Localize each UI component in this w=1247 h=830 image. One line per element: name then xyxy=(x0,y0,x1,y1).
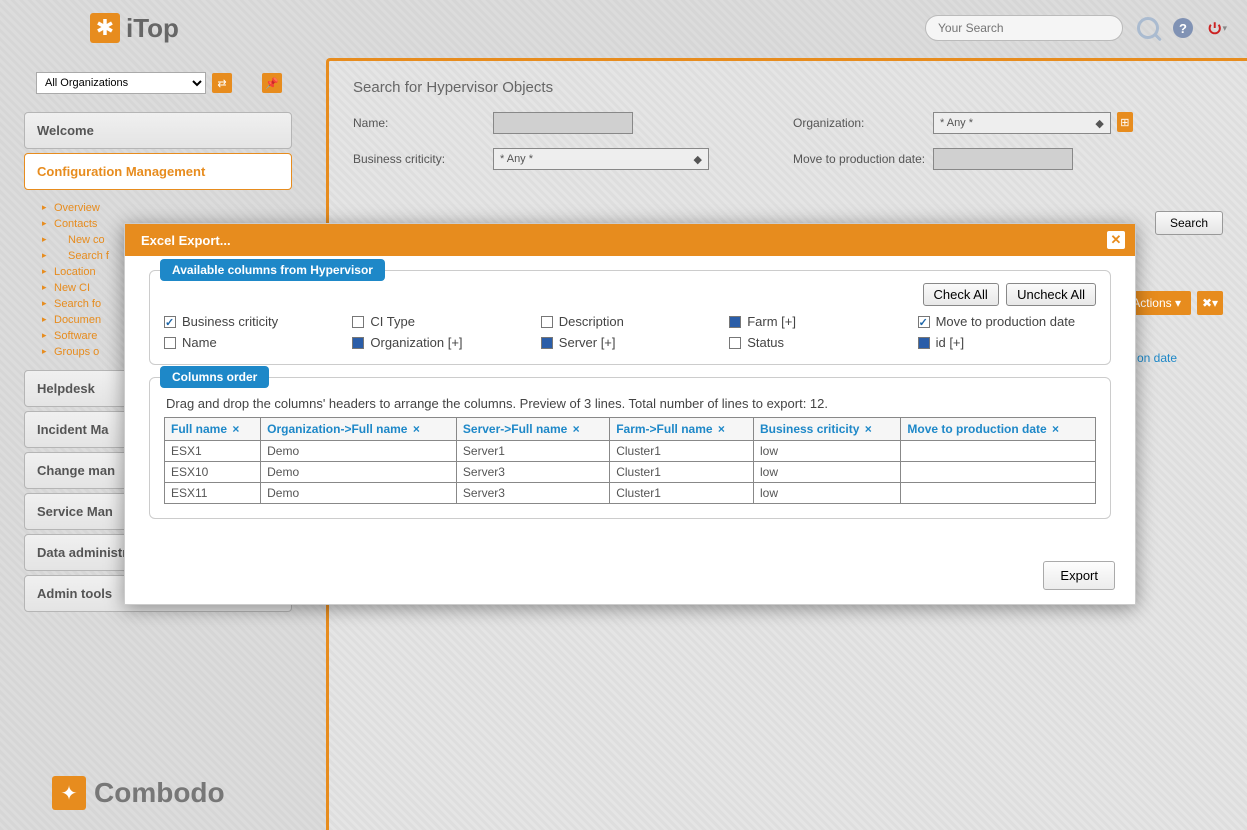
page-title: Search for Hypervisor Objects xyxy=(353,79,1223,96)
label-prod: Move to production date: xyxy=(733,152,933,166)
column-checkbox-farm-[interactable]: Farm [+] xyxy=(729,314,907,329)
footer-logo-text: Combodo xyxy=(94,777,225,809)
col-header[interactable]: Server->Full name × xyxy=(456,418,609,441)
col-header[interactable]: Farm->Full name × xyxy=(610,418,754,441)
search-button[interactable]: Search xyxy=(1155,211,1223,235)
dialog-title: Excel Export... xyxy=(141,233,231,248)
column-checkbox-status[interactable]: Status xyxy=(729,335,907,350)
logo: ✱ iTop xyxy=(90,13,179,44)
column-checkbox-name[interactable]: Name xyxy=(164,335,342,350)
org-pin-button[interactable]: 📌 xyxy=(262,73,282,93)
input-name[interactable] xyxy=(493,112,633,134)
col-header[interactable]: Move to production date × xyxy=(901,418,1096,441)
menu-config-mgmt[interactable]: Configuration Management xyxy=(24,153,292,190)
check-all-button[interactable]: Check All xyxy=(923,283,999,306)
preview-table: Full name ×Organization->Full name ×Serv… xyxy=(164,417,1096,504)
column-checkbox-business-criticity[interactable]: Business criticity xyxy=(164,314,342,329)
table-row: ESX10DemoServer3Cluster1low xyxy=(165,462,1096,483)
select-org[interactable]: * Any *◆ xyxy=(933,112,1111,134)
footer-logo: ✦ Combodo xyxy=(52,776,225,810)
label-biz: Business criticity: xyxy=(353,152,493,166)
global-search-input[interactable] xyxy=(925,15,1123,41)
instruction-text: Drag and drop the columns' headers to ar… xyxy=(166,396,1094,411)
tools-button[interactable]: ✖▾ xyxy=(1197,291,1223,315)
col-header[interactable]: Organization->Full name × xyxy=(261,418,457,441)
org-selector[interactable]: All Organizations xyxy=(36,72,206,94)
col-header[interactable]: Business criticity × xyxy=(754,418,901,441)
col-header[interactable]: Full name × xyxy=(165,418,261,441)
excel-export-dialog: Excel Export... ✕ Available columns from… xyxy=(124,223,1136,605)
label-name: Name: xyxy=(353,116,493,130)
org-filter-button[interactable]: ⇄ xyxy=(212,73,232,93)
close-icon[interactable]: ✕ xyxy=(1107,231,1125,249)
logo-icon: ✱ xyxy=(90,13,120,43)
column-checkbox-ci-type[interactable]: CI Type xyxy=(352,314,530,329)
input-prod-date[interactable] xyxy=(933,148,1073,170)
power-icon[interactable]: ▾ xyxy=(1207,18,1227,38)
submenu-overview[interactable]: Overview xyxy=(54,200,292,216)
columns-order-legend: Columns order xyxy=(160,366,269,388)
select-biz[interactable]: * Any *◆ xyxy=(493,148,709,170)
table-row: ESX1DemoServer1Cluster1low xyxy=(165,441,1096,462)
column-checkbox-organization-[interactable]: Organization [+] xyxy=(352,335,530,350)
column-link[interactable]: ion date xyxy=(1134,351,1177,365)
export-button[interactable]: Export xyxy=(1043,561,1115,590)
column-checkbox-description[interactable]: Description xyxy=(541,314,719,329)
table-row: ESX11DemoServer3Cluster1low xyxy=(165,483,1096,504)
column-checkbox-id-[interactable]: id [+] xyxy=(918,335,1096,350)
column-checkbox-move-to-production-date[interactable]: Move to production date xyxy=(918,314,1096,329)
label-org: Organization: xyxy=(733,116,933,130)
column-checkbox-server-[interactable]: Server [+] xyxy=(541,335,719,350)
org-tree-button[interactable]: ⊞ xyxy=(1117,112,1133,132)
help-icon[interactable]: ? xyxy=(1173,18,1193,38)
menu-welcome[interactable]: Welcome xyxy=(24,112,292,149)
logo-text: iTop xyxy=(126,13,179,44)
footer-logo-icon: ✦ xyxy=(52,776,86,810)
uncheck-all-button[interactable]: Uncheck All xyxy=(1006,283,1096,306)
available-columns-legend: Available columns from Hypervisor xyxy=(160,259,385,281)
search-icon[interactable] xyxy=(1137,17,1159,39)
